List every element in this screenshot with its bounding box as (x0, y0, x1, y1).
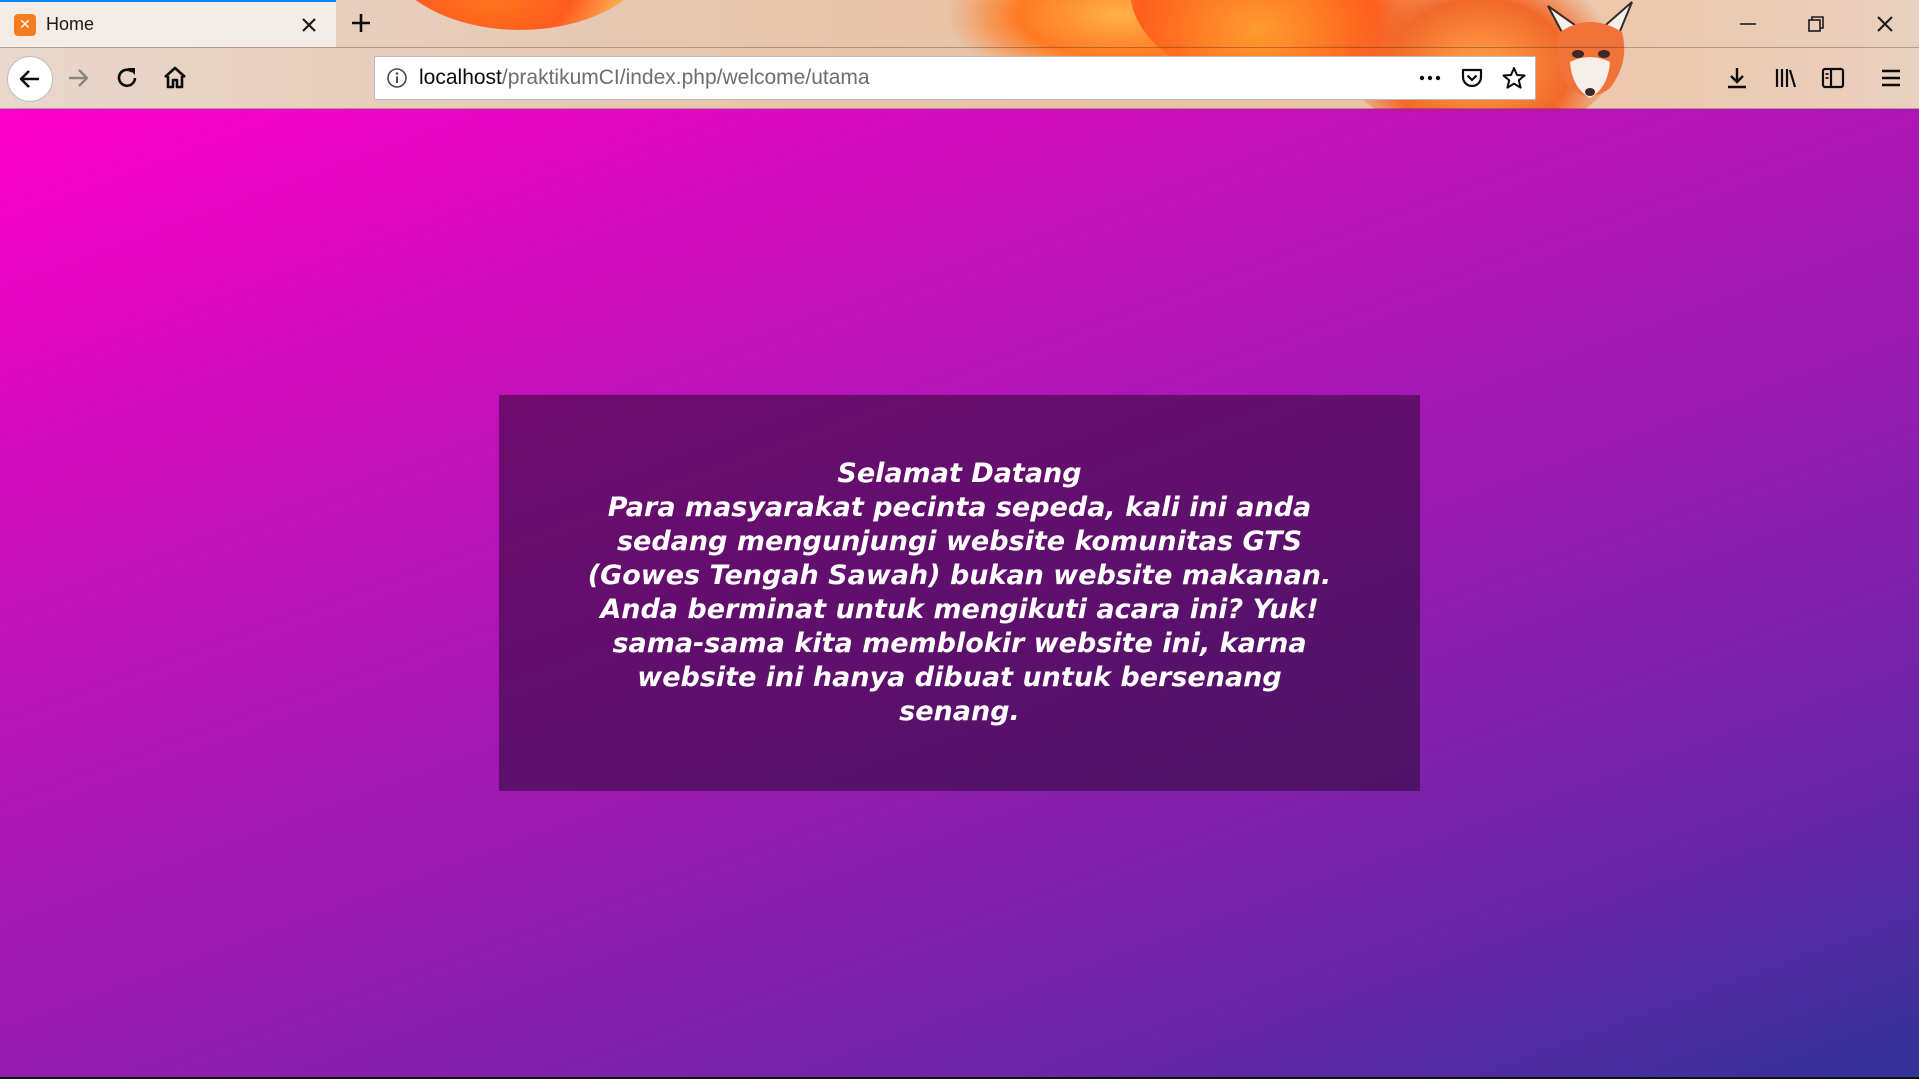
new-tab-button[interactable] (344, 6, 378, 40)
welcome-heading: Selamat Datang (837, 458, 1082, 489)
tab-close-button[interactable] (294, 10, 324, 40)
reload-icon (117, 68, 137, 87)
page-viewport: Selamat Datang Para masyarakat pecinta s… (0, 109, 1919, 1077)
forward-button[interactable] (56, 56, 100, 100)
back-button[interactable] (7, 56, 53, 102)
close-icon (1877, 15, 1893, 32)
downloads-button[interactable] (1715, 56, 1759, 100)
page-actions-button[interactable] (1409, 57, 1451, 99)
url-path: /praktikumCI/index.php/welcome/utama (501, 66, 870, 89)
navigation-toolbar: localhost/praktikumCI/index.php/welcome/… (0, 47, 1919, 109)
plus-icon (352, 14, 370, 32)
bookmark-star-icon (1502, 67, 1526, 89)
download-icon (1728, 68, 1746, 89)
browser-window: ✕ Home localhost/praktikumCI/index.php/w… (0, 0, 1919, 1079)
sidebar-button[interactable] (1811, 56, 1855, 100)
forward-arrow-icon (69, 69, 89, 87)
info-icon (387, 68, 407, 88)
welcome-box: Selamat Datang Para masyarakat pecinta s… (499, 395, 1420, 791)
sidebar-icon (1821, 67, 1845, 89)
home-button[interactable] (153, 56, 197, 100)
address-bar[interactable]: localhost/praktikumCI/index.php/welcome/… (374, 56, 1536, 100)
bookmark-button[interactable] (1493, 57, 1535, 99)
url-host: localhost (419, 66, 502, 89)
open-menu-button[interactable] (1869, 56, 1913, 100)
restore-icon (1808, 15, 1824, 32)
home-icon (164, 66, 186, 89)
site-info-button[interactable] (375, 57, 419, 99)
xampp-favicon-icon: ✕ (14, 13, 36, 36)
tab-home[interactable]: ✕ Home (0, 0, 336, 47)
minimize-button[interactable] (1714, 0, 1782, 47)
library-icon (1775, 69, 1797, 88)
tab-title: Home (46, 14, 95, 34)
library-button[interactable] (1764, 56, 1808, 100)
window-close-button[interactable] (1851, 0, 1919, 47)
browser-chrome: ✕ Home localhost/praktikumCI/index.php/w… (0, 0, 1919, 109)
url-text[interactable]: localhost/praktikumCI/index.php/welcome/… (419, 66, 1409, 90)
theme-flame-decoration (380, 0, 660, 30)
menu-icon (1882, 69, 1900, 87)
reload-button[interactable] (105, 56, 149, 100)
restore-button[interactable] (1782, 0, 1850, 47)
back-arrow-icon (19, 70, 39, 88)
pocket-button[interactable] (1451, 57, 1493, 99)
more-actions-icon (1419, 75, 1441, 81)
minimize-icon (1740, 22, 1756, 25)
welcome-text: Selamat Datang Para masyarakat pecinta s… (579, 457, 1340, 729)
close-icon (302, 17, 316, 32)
welcome-body: Para masyarakat pecinta sepeda, kali ini… (587, 492, 1332, 727)
pocket-icon (1461, 68, 1483, 88)
